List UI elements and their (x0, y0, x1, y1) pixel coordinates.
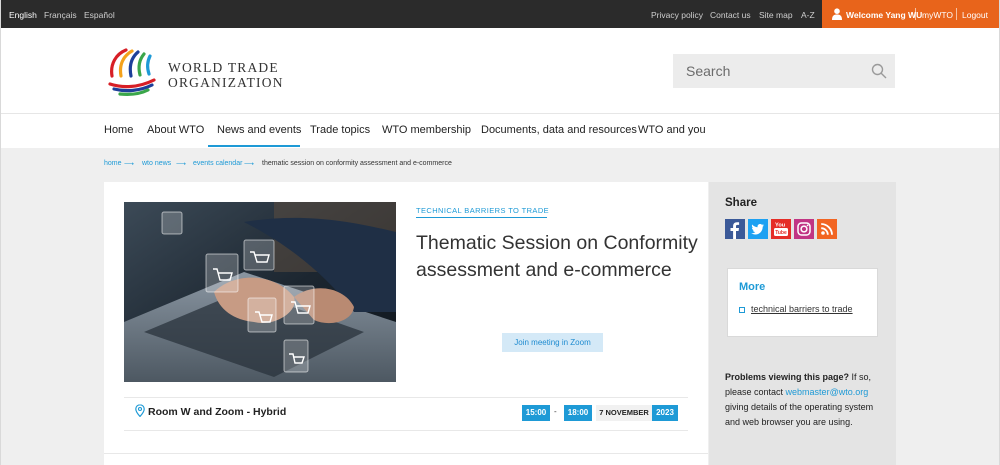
nav-news-and-events[interactable]: News and events (217, 124, 301, 136)
user-icon (832, 8, 842, 20)
square-bullet-icon (739, 307, 745, 313)
a-z-link[interactable]: A-Z (801, 10, 815, 20)
site-map-link[interactable]: Site map (759, 10, 793, 20)
breadcrumb-events-calendar[interactable]: events calendar (193, 160, 242, 167)
event-title: Thematic Session on Conformity assessmen… (416, 232, 698, 281)
event-venue: Room W and Zoom - Hybrid (148, 406, 287, 418)
contact-us-link[interactable]: Contact us (710, 10, 751, 20)
start-time: 15:00 (522, 405, 550, 421)
svg-text:Tube: Tube (775, 230, 787, 236)
problems-note: Problems viewing this page? If so, pleas… (725, 370, 890, 430)
language-french[interactable]: Français (44, 10, 77, 20)
logout-link[interactable]: Logout (962, 10, 988, 20)
divider (124, 430, 688, 431)
location-pin-icon (135, 404, 145, 417)
problems-text: giving details of the operating system a… (725, 402, 874, 427)
topic-underline (416, 217, 547, 218)
end-time: 18:00 (564, 405, 592, 421)
breadcrumb-separator: ⟶ (244, 161, 255, 168)
instagram-icon[interactable] (794, 219, 814, 239)
event-year: 2023 (652, 405, 678, 421)
rss-icon[interactable] (817, 219, 837, 239)
twitter-icon[interactable] (748, 219, 768, 239)
share-heading: Share (725, 197, 757, 209)
nav-home[interactable]: Home (104, 124, 133, 136)
logo-line-1: WORLD TRADE (168, 60, 279, 75)
search-input[interactable] (673, 54, 863, 88)
nav-trade-topics[interactable]: Trade topics (310, 124, 370, 136)
event-photo-laptop-shopping (124, 202, 396, 382)
welcome-user-link[interactable]: Welcome Yang WU (846, 10, 922, 20)
header-divider (0, 113, 1000, 114)
top-utility-bar: English Français Español Privacy policy … (0, 0, 1000, 28)
divider (956, 8, 957, 20)
more-heading: More (739, 281, 766, 293)
nav-wto-and-you[interactable]: WTO and you (638, 124, 706, 136)
breadcrumb-current: thematic session on conformity assessmen… (262, 160, 452, 167)
time-separator: - (554, 407, 557, 416)
problems-heading: Problems viewing this page? (725, 372, 850, 382)
divider (124, 397, 688, 398)
more-box (727, 268, 878, 337)
language-spanish[interactable]: Español (84, 10, 115, 20)
divider (104, 453, 708, 454)
logo-line-2: ORGANIZATION (168, 75, 284, 90)
language-english[interactable]: English (9, 10, 37, 20)
youtube-icon[interactable]: Tube You (771, 219, 791, 239)
breadcrumb-separator: ⟶ (124, 161, 135, 168)
breadcrumb-home[interactable]: home (104, 160, 122, 167)
event-date: 7 NOVEMBER (596, 405, 652, 421)
nav-documents-data-resources[interactable]: Documents, data and resources (481, 124, 637, 136)
divider (915, 8, 916, 20)
nav-wto-membership[interactable]: WTO membership (382, 124, 471, 136)
nav-about-wto[interactable]: About WTO (147, 124, 204, 136)
nav-active-indicator (208, 145, 300, 147)
organization-name[interactable]: WORLD TRADE ORGANIZATION (168, 60, 284, 90)
privacy-policy-link[interactable]: Privacy policy (651, 10, 703, 20)
breadcrumb-wto-news[interactable]: wto news (142, 160, 171, 167)
mywto-link[interactable]: myWTO (922, 10, 953, 20)
wto-logo-icon[interactable] (104, 44, 160, 98)
join-zoom-button[interactable]: Join meeting in Zoom (502, 333, 603, 352)
window-border (0, 0, 1, 465)
breadcrumb-separator: ⟶ (176, 161, 187, 168)
event-topic-link[interactable]: TECHNICAL BARRIERS TO TRADE (416, 206, 549, 215)
webmaster-email-link[interactable]: webmaster@wto.org (786, 387, 869, 397)
facebook-icon[interactable] (725, 219, 745, 239)
search-icon[interactable] (871, 63, 887, 79)
svg-text:You: You (775, 223, 786, 229)
search-box (673, 54, 895, 88)
user-welcome-area: Welcome Yang WU myWTO Logout (822, 0, 1000, 28)
more-tbt-link[interactable]: technical barriers to trade (751, 304, 853, 314)
